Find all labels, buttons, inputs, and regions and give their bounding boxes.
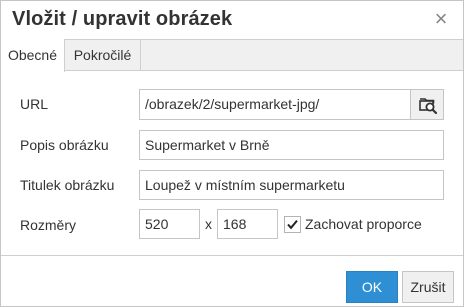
- close-icon[interactable]: ×: [430, 8, 452, 30]
- dimensions-separator: x: [205, 216, 212, 232]
- tab-advanced[interactable]: Pokročilé: [65, 39, 141, 71]
- dimensions-label: Rozměry: [20, 217, 77, 233]
- constrain-proportions-label: Zachovat proporce: [305, 216, 422, 232]
- checkmark-icon: [287, 219, 298, 230]
- ok-button[interactable]: OK: [346, 271, 398, 303]
- description-input[interactable]: Supermarket v Brně: [139, 130, 444, 160]
- url-input[interactable]: /obrazek/2/supermarket-jpg/: [139, 89, 411, 120]
- browse-button[interactable]: [410, 89, 444, 120]
- dialog-title: Vložit / upravit obrázek: [12, 8, 233, 30]
- cancel-button[interactable]: Zrušit: [402, 271, 454, 303]
- title-input[interactable]: Loupež v místním supermarketu: [139, 170, 444, 200]
- tab-bar: Obecné Pokročilé: [1, 39, 463, 72]
- url-label: URL: [20, 96, 49, 112]
- height-input[interactable]: 168: [217, 209, 278, 239]
- title-label: Titulek obrázku: [20, 177, 115, 193]
- description-label: Popis obrázku: [20, 137, 109, 153]
- constrain-proportions-checkbox[interactable]: [284, 216, 301, 233]
- dialog-footer: OK Zrušit: [1, 255, 463, 306]
- width-input[interactable]: 520: [139, 209, 200, 239]
- browse-image-icon: [419, 98, 438, 115]
- tab-general[interactable]: Obecné: [1, 39, 65, 72]
- insert-image-dialog: Vložit / upravit obrázek × Obecné Pokroč…: [0, 0, 464, 307]
- dialog-header: Vložit / upravit obrázek ×: [1, 1, 463, 39]
